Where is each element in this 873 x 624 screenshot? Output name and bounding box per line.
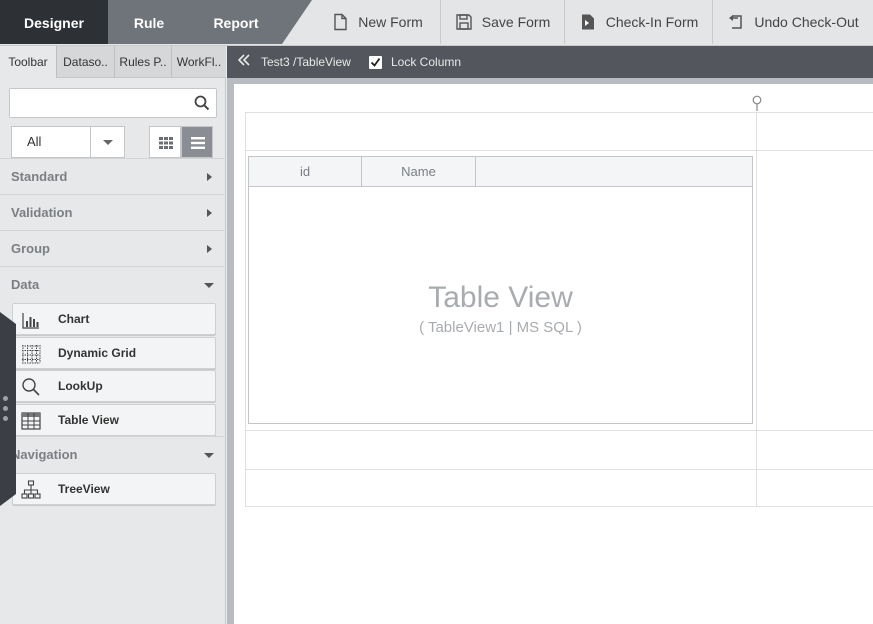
category-data[interactable]: Data <box>0 266 226 302</box>
checkmark-icon <box>370 57 381 67</box>
grid-row-line <box>245 430 873 431</box>
column-header-name[interactable]: Name <box>362 157 476 186</box>
top-toolbar: Designer Rule Report New Form Save Form … <box>0 0 873 46</box>
category-navigation[interactable]: Navigation <box>0 436 226 472</box>
grid-row-line <box>245 150 873 151</box>
form-canvas[interactable]: id Name Table View ( TableView1 | MS SQL… <box>234 84 873 624</box>
undo-check-out-button[interactable]: Undo Check-Out <box>712 0 873 44</box>
category-label: Validation <box>11 205 73 220</box>
check-in-form-button[interactable]: Check-In Form <box>564 0 712 44</box>
category-validation[interactable]: Validation <box>0 194 226 230</box>
search-icon[interactable] <box>194 95 210 111</box>
save-icon <box>456 14 472 30</box>
list-view-icon <box>191 137 205 149</box>
table-view-icon <box>21 412 41 430</box>
category-standard[interactable]: Standard <box>0 158 226 194</box>
toolbox-item-lookup[interactable]: LookUp <box>12 370 216 402</box>
chevron-down-icon <box>204 453 214 458</box>
grid-row-line <box>245 506 873 507</box>
tab-workflow[interactable]: WorkFl.. <box>172 46 226 78</box>
breadcrumb: Test3 /TableView <box>261 55 351 69</box>
drag-handle-icon[interactable] <box>3 396 11 428</box>
toolbox-item-label: TreeView <box>58 482 110 496</box>
tab-designer[interactable]: Designer <box>0 0 108 44</box>
column-header-id[interactable]: id <box>249 157 362 186</box>
tab-rules-panel[interactable]: Rules P.. <box>115 46 172 78</box>
category-label: Navigation <box>11 447 78 462</box>
grid-view-icon <box>159 137 173 149</box>
pin-icon[interactable] <box>752 95 762 111</box>
grid-view-button[interactable] <box>149 126 181 158</box>
tab-toolbar[interactable]: Toolbar <box>0 46 57 78</box>
save-form-button[interactable]: Save Form <box>440 0 564 44</box>
search-input[interactable] <box>10 89 188 117</box>
search-box <box>9 88 217 118</box>
left-panel-tabs: Toolbar Dataso.. Rules P.. WorkFl.. <box>0 46 226 78</box>
toolbox-item-label: LookUp <box>58 379 103 393</box>
dynamic-grid-icon <box>22 345 41 364</box>
grid-column-line <box>756 112 757 506</box>
toolbox-item-label: Table View <box>58 413 119 427</box>
tab-arrow-decoration <box>282 0 312 44</box>
filter-select[interactable]: All <box>11 126 125 158</box>
check-in-form-label: Check-In Form <box>605 14 699 30</box>
new-form-label: New Form <box>358 14 423 30</box>
tab-report[interactable]: Report <box>190 0 282 44</box>
list-view-button[interactable] <box>181 126 213 158</box>
toolbox-item-chart[interactable]: Chart <box>12 303 216 335</box>
filter-selected-value: All <box>27 134 42 149</box>
category-group[interactable]: Group <box>0 230 226 266</box>
chevron-down-icon <box>204 283 214 288</box>
grid-row-line <box>245 112 873 113</box>
lookup-icon <box>22 378 40 396</box>
toolbox-item-dynamic-grid[interactable]: Dynamic Grid <box>12 337 216 369</box>
breadcrumb-bar: Test3 /TableView Lock Column <box>227 46 873 78</box>
table-view-title: Table View <box>428 281 573 314</box>
table-header: id Name <box>249 157 752 187</box>
tab-datasources[interactable]: Dataso.. <box>57 46 115 78</box>
grid-column-line <box>245 112 246 506</box>
chevron-right-icon <box>207 245 212 253</box>
toolbox-item-label: Dynamic Grid <box>58 346 137 360</box>
toolbox-item-label: Chart <box>58 312 90 326</box>
toolbox-item-treeview[interactable]: TreeView <box>12 473 216 505</box>
tab-rule[interactable]: Rule <box>108 0 190 44</box>
category-label: Data <box>11 277 40 292</box>
left-panel: Toolbar Dataso.. Rules P.. WorkFl.. All … <box>0 46 226 624</box>
chart-icon <box>22 313 39 329</box>
category-label: Standard <box>11 169 68 184</box>
save-form-label: Save Form <box>481 14 551 30</box>
table-view-subtitle: ( TableView1 | MS SQL ) <box>419 319 582 336</box>
check-in-icon <box>581 14 594 30</box>
toolbox-item-table-view[interactable]: Table View <box>12 404 216 436</box>
table-view-control[interactable]: id Name Table View ( TableView1 | MS SQL… <box>248 156 753 424</box>
category-label: Group <box>11 241 50 256</box>
chevron-down-icon[interactable] <box>90 127 124 157</box>
lock-column-label: Lock Column <box>391 55 462 69</box>
undo-check-out-label: Undo Check-Out <box>754 14 859 30</box>
collapse-icon[interactable] <box>237 53 251 67</box>
tree-view-icon <box>21 480 41 499</box>
grid-row-line <box>245 469 873 470</box>
new-form-button[interactable]: New Form <box>314 0 440 44</box>
divider <box>227 84 234 624</box>
undo-icon <box>729 15 743 29</box>
new-form-icon <box>334 13 347 31</box>
lock-column-checkbox[interactable] <box>369 56 382 69</box>
chevron-right-icon <box>207 173 212 181</box>
chevron-right-icon <box>207 209 212 217</box>
